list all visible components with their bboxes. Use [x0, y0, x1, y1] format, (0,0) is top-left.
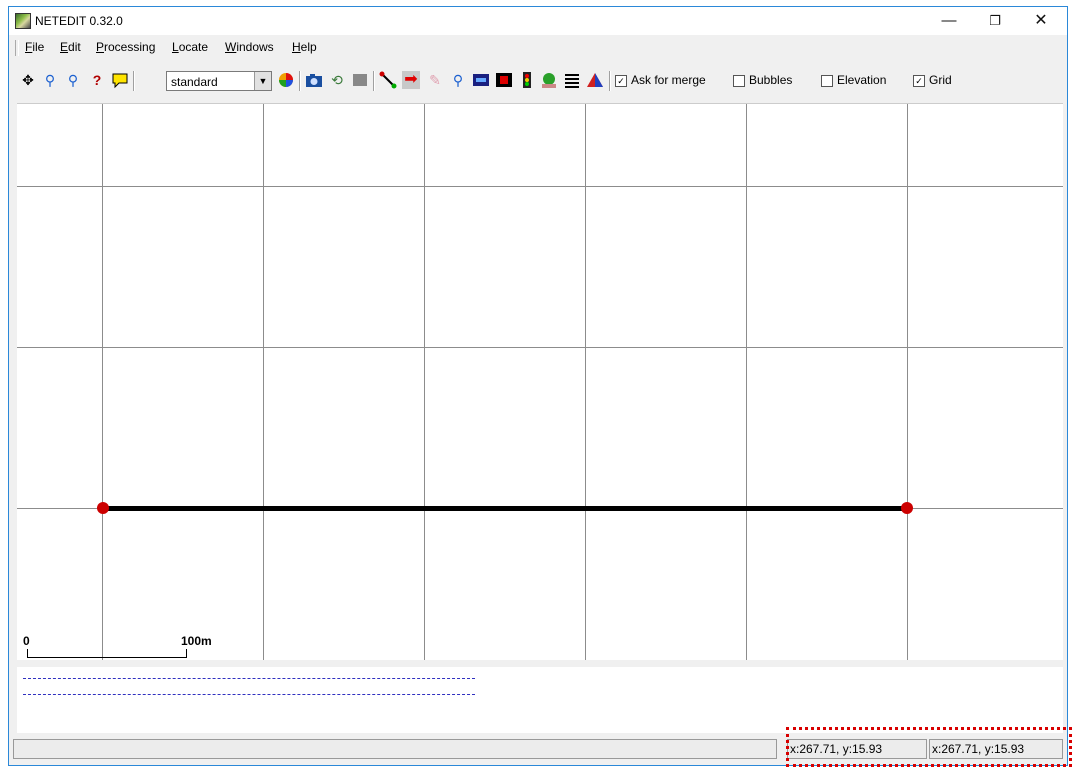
- scale-bar-tick: [27, 649, 28, 658]
- grid-line: [17, 347, 1063, 348]
- toolbar-separator: [299, 71, 301, 91]
- crossing-icon[interactable]: [563, 71, 581, 89]
- menu-file[interactable]: File: [25, 40, 44, 54]
- traffic-light-icon[interactable]: [518, 71, 536, 89]
- netedit-app-icon: [15, 13, 31, 29]
- junction-left[interactable]: [97, 502, 109, 514]
- message-separator: [23, 694, 475, 695]
- zoom-icon[interactable]: ⚲: [41, 71, 59, 89]
- network-edge[interactable]: [103, 506, 909, 511]
- delete-icon[interactable]: ✎: [426, 71, 444, 89]
- close-button[interactable]: ✕: [1019, 7, 1063, 35]
- window-title: NETEDIT 0.32.0: [35, 14, 123, 28]
- status-message: [13, 739, 777, 759]
- grid-label: Grid: [929, 73, 952, 87]
- bubbles-label: Bubbles: [749, 73, 793, 87]
- message-separator: [23, 678, 475, 679]
- connection-icon[interactable]: [495, 71, 513, 89]
- color-wheel-icon[interactable]: [277, 71, 295, 89]
- title-bar: NETEDIT 0.32.0 — ❐ ✕: [9, 7, 1067, 35]
- grid-line: [102, 104, 103, 660]
- recenter-view-icon[interactable]: ✥: [19, 71, 37, 89]
- grid-checkbox[interactable]: ✓: [913, 75, 925, 87]
- additional-icon[interactable]: [540, 71, 558, 89]
- toolbar: ✥ ⚲ ⚲ ? standard ▼ ⟲ ➡ ✎ ⚲ ✓ Ask for mer…: [9, 67, 1067, 95]
- undo-icon[interactable]: ⟲: [328, 71, 346, 89]
- elevation-checkbox[interactable]: [821, 75, 833, 87]
- shapes-icon[interactable]: [586, 71, 604, 89]
- scale-end-label: 100m: [181, 634, 212, 648]
- edit-breakpoints-icon[interactable]: ?: [88, 71, 106, 89]
- netedit-window: NETEDIT 0.32.0 — ❐ ✕ File Edit Processin…: [8, 6, 1068, 766]
- grid-line: [263, 104, 264, 660]
- junction-right[interactable]: [901, 502, 913, 514]
- menu-processing[interactable]: Processing: [96, 40, 155, 54]
- menu-bar: File Edit Processing Locate Windows Help: [9, 37, 1067, 59]
- grid-line: [424, 104, 425, 660]
- coordinate-highlight-box: [786, 727, 1072, 767]
- view-scheme-select[interactable]: standard ▼: [166, 71, 272, 91]
- select-icon[interactable]: [472, 71, 490, 89]
- grid-line: [17, 186, 1063, 187]
- ask-for-merge-checkbox[interactable]: ✓: [615, 75, 627, 87]
- elevation-label: Elevation: [837, 73, 887, 87]
- message-window: [17, 667, 1063, 733]
- redo-icon[interactable]: [351, 71, 369, 89]
- screenshot-icon[interactable]: [305, 71, 323, 89]
- scale-bar-tick: [186, 649, 187, 658]
- create-edge-icon[interactable]: [379, 71, 397, 89]
- scale-bar: [27, 657, 187, 658]
- toolbar-separator: [609, 71, 611, 91]
- ask-for-merge-label: Ask for merge: [631, 73, 706, 87]
- grid-line: [907, 104, 908, 660]
- menu-help[interactable]: Help: [292, 40, 317, 54]
- scale-start-label: 0: [23, 634, 30, 648]
- show-tooltips-icon[interactable]: [111, 71, 129, 89]
- locate-junction-icon[interactable]: ⚲: [64, 71, 82, 89]
- grid-line: [585, 104, 586, 660]
- menu-locate[interactable]: Locate: [172, 40, 208, 54]
- minimize-button[interactable]: —: [927, 7, 971, 35]
- menu-edit[interactable]: Edit: [60, 40, 81, 54]
- network-canvas[interactable]: 0 100m: [17, 103, 1063, 660]
- menu-windows[interactable]: Windows: [225, 40, 274, 54]
- grid-line: [746, 104, 747, 660]
- maximize-button[interactable]: ❐: [973, 7, 1017, 35]
- chevron-down-icon[interactable]: ▼: [254, 72, 271, 90]
- move-icon[interactable]: ➡: [402, 71, 420, 89]
- toolbar-separator: [373, 71, 375, 91]
- view-scheme-value: standard: [171, 75, 218, 89]
- menu-grip: [15, 40, 19, 56]
- inspect-icon[interactable]: ⚲: [449, 71, 467, 89]
- toolbar-separator: [133, 71, 135, 91]
- bubbles-checkbox[interactable]: [733, 75, 745, 87]
